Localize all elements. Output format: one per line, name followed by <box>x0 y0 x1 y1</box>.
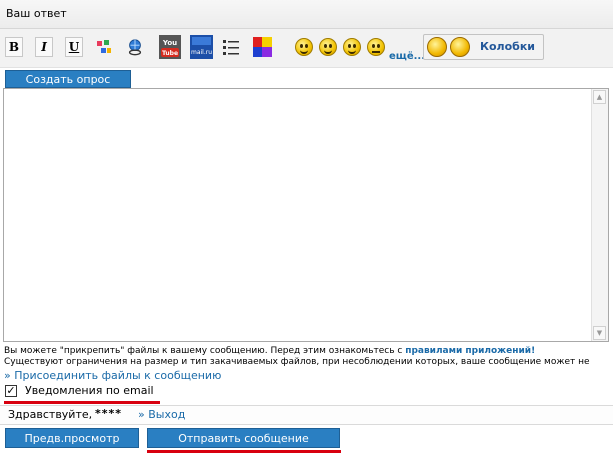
image-icon[interactable] <box>95 37 113 57</box>
wink-icon[interactable] <box>319 38 337 56</box>
scroll-up-icon[interactable]: ▲ <box>593 90 606 104</box>
smile-icon[interactable] <box>295 38 313 56</box>
greeting-text: Здравствуйте, <box>8 408 93 421</box>
logout-link[interactable]: » Выход <box>138 408 185 421</box>
attach-files-link[interactable]: » Присоединить файлы к сообщению <box>4 369 221 382</box>
color-picker-icon[interactable] <box>252 36 273 58</box>
mailru-video-icon[interactable]: mail.ru <box>190 35 213 59</box>
email-notify-checkbox[interactable]: ✓ <box>5 384 17 397</box>
kolobok-laugh-icon <box>427 37 447 57</box>
email-notify-label: Уведомления по email <box>25 384 154 397</box>
reply-header: Ваш ответ <box>0 0 613 29</box>
sad-icon[interactable] <box>367 38 385 56</box>
svg-text:Tube: Tube <box>162 50 178 57</box>
email-notify-highlight <box>4 401 160 404</box>
svg-text:mail.ru: mail.ru <box>191 49 212 56</box>
message-textarea[interactable]: ▲ ▼ <box>3 88 609 342</box>
svg-text:You: You <box>162 39 177 47</box>
reply-title: Ваш ответ <box>6 7 67 20</box>
list-icon[interactable] <box>222 37 240 57</box>
kolobki-label: Колобки <box>480 40 536 53</box>
greeting-bar: Здравствуйте, **** » Выход <box>0 405 613 425</box>
email-notify-row: ✓ Уведомления по email <box>5 384 154 397</box>
scroll-down-icon[interactable]: ▼ <box>593 326 606 340</box>
attachment-rules-link[interactable]: правилами приложений! <box>405 346 535 356</box>
youtube-icon[interactable]: You Tube <box>159 35 181 59</box>
message-scrollbar[interactable]: ▲ ▼ <box>591 89 608 341</box>
submit-highlight <box>147 450 341 453</box>
preview-button[interactable]: Предв.просмотр <box>5 428 139 448</box>
attach-info-line1: Вы можете "прикрепить" файлы к вашему со… <box>4 346 535 356</box>
attach-info-line2: Существуют ограничения на размер и тип з… <box>4 357 590 367</box>
submit-button[interactable]: Отправить сообщение <box>147 428 340 448</box>
italic-button[interactable]: I <box>35 37 53 57</box>
underline-button[interactable]: U <box>65 37 83 57</box>
more-smileys-link[interactable]: ещё... <box>389 51 425 62</box>
attach-info-text: Вы можете "прикрепить" файлы к вашему со… <box>4 346 406 356</box>
create-poll-button[interactable]: Создать опрос <box>5 70 131 88</box>
tongue-icon[interactable] <box>343 38 361 56</box>
formatting-toolbar: B I U You Tube mail.ru ещё... Колобки <box>0 29 613 68</box>
username: **** <box>95 407 123 420</box>
bold-button[interactable]: B <box>5 37 23 57</box>
kolobok-grin-icon <box>450 37 470 57</box>
kolobki-button[interactable]: Колобки <box>423 34 544 60</box>
link-icon[interactable] <box>126 37 144 57</box>
